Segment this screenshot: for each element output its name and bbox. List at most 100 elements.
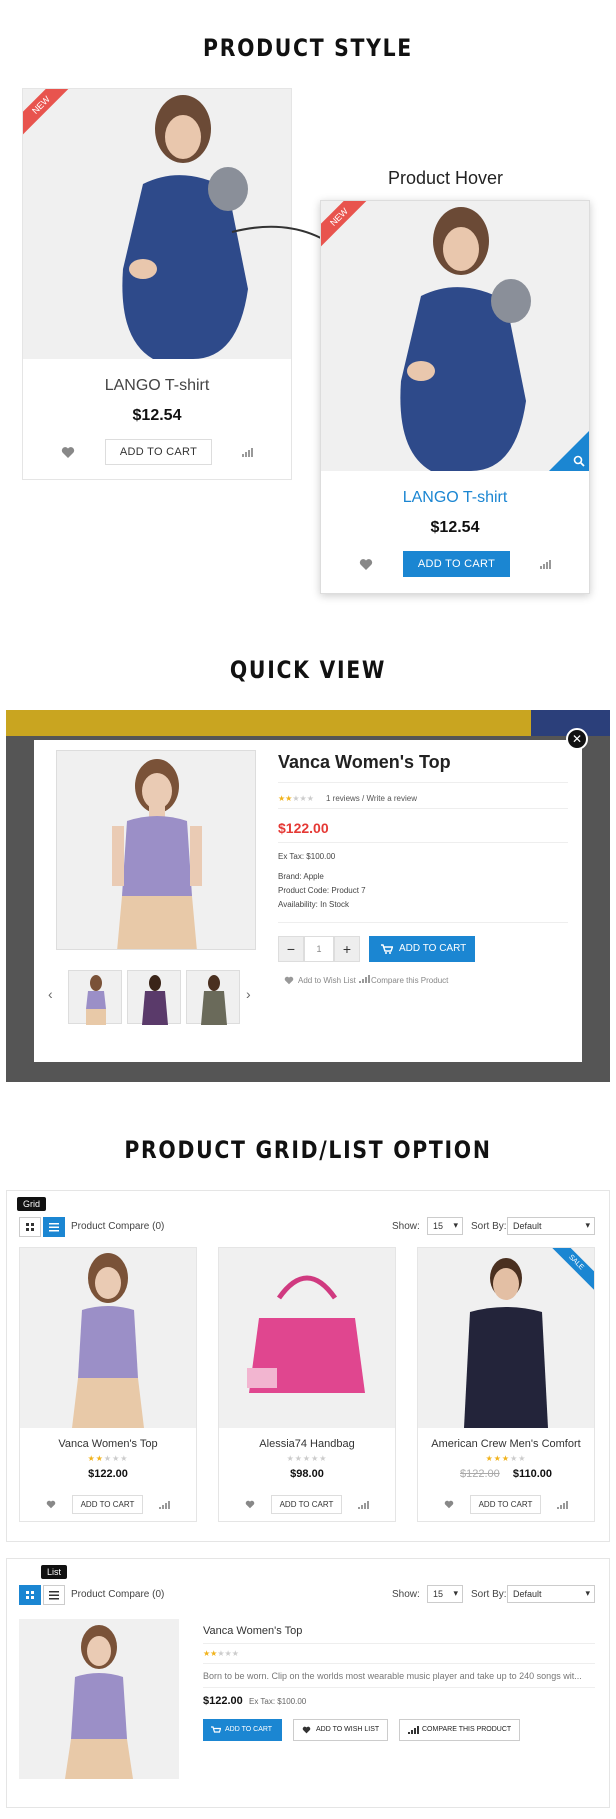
product-description: Born to be worn. Clip on the worlds most… — [203, 1671, 582, 1681]
sort-select[interactable]: Default — [507, 1217, 595, 1235]
show-select[interactable]: 15 — [427, 1217, 463, 1235]
background-header — [6, 710, 610, 736]
compare-label: COMPARE THIS PRODUCT — [422, 1726, 512, 1733]
grid-panel: Grid Product Compare (0) Show: 15 Sort B… — [6, 1190, 610, 1542]
list-icon — [49, 1223, 59, 1232]
rating-stars: ★★★★★ — [87, 1454, 129, 1463]
search-icon[interactable] — [573, 455, 585, 467]
compare-icon[interactable] — [358, 1500, 370, 1509]
wishlist-label: ADD TO WISH LIST — [316, 1726, 380, 1733]
product-price: $110.00 — [512, 1468, 552, 1480]
thumbnail[interactable] — [127, 970, 181, 1025]
wishlist-heart-icon[interactable] — [284, 976, 294, 985]
compare-icon[interactable] — [540, 559, 552, 569]
product-image[interactable]: NEW — [321, 201, 589, 471]
add-to-cart-label: ADD TO CART — [225, 1726, 273, 1733]
list-add-to-cart-button[interactable]: ADD TO CART — [203, 1719, 283, 1741]
product-code: Product Code: Product 7 — [278, 886, 366, 895]
product-price: $12.54 — [132, 407, 182, 424]
quickview-modal: ‹ › Vanca Women's Top ★★★★★ 1 reviews / … — [34, 740, 582, 1062]
wishlist-heart-icon[interactable] — [444, 1500, 454, 1509]
quickview-add-to-cart-button[interactable]: ADD TO CART — [369, 936, 475, 962]
thumb-next-icon[interactable]: › — [246, 986, 251, 1002]
qty-decrease-button[interactable]: − — [278, 936, 304, 962]
product-name[interactable]: American Crew Men's Comfort — [418, 1438, 594, 1450]
sort-label: Sort By: — [471, 1221, 507, 1232]
compare-icon[interactable] — [557, 1500, 569, 1509]
add-to-wishlist-link[interactable]: Add to Wish List — [298, 976, 356, 985]
product-image[interactable] — [219, 1248, 395, 1428]
show-label: Show: — [392, 1589, 420, 1600]
add-to-cart-button[interactable]: ADD TO CART — [270, 1495, 343, 1514]
product-compare-link[interactable]: Product Compare (0) — [71, 1589, 164, 1600]
product-name[interactable]: Vanca Women's Top — [203, 1625, 302, 1637]
add-to-cart-button[interactable]: ADD TO CART — [71, 1495, 144, 1514]
grid-view-button[interactable] — [19, 1585, 41, 1605]
wishlist-heart-icon[interactable] — [245, 1500, 255, 1509]
compare-icon[interactable] — [159, 1500, 171, 1509]
availability: Availability: In Stock — [278, 900, 349, 909]
grid-product-card[interactable]: SALE American Crew Men's Comfort ★★★★★ $… — [417, 1247, 595, 1522]
section-title-product-style: PRODUCT STYLE — [203, 34, 413, 62]
product-name[interactable]: LANGO T-shirt — [23, 377, 291, 395]
product-image[interactable] — [19, 1619, 179, 1779]
sort-select[interactable]: Default — [507, 1585, 595, 1603]
ex-tax: Ex Tax: $100.00 — [278, 852, 336, 861]
add-to-cart-label: ADD TO CART — [399, 943, 467, 954]
cart-icon — [211, 1726, 221, 1733]
rating-stars: ★★★★★ — [485, 1454, 527, 1463]
grid-product-card[interactable]: Alessia74 Handbag ★★★★★ $98.00 ADD TO CA… — [218, 1247, 396, 1522]
qty-increase-button[interactable]: + — [334, 936, 360, 962]
quickview-overlay: ‹ › Vanca Women's Top ★★★★★ 1 reviews / … — [6, 710, 610, 1082]
add-to-cart-button[interactable]: ADD TO CART — [469, 1495, 542, 1514]
list-add-to-wishlist-button[interactable]: ADD TO WISH LIST — [293, 1719, 389, 1741]
product-compare-link[interactable]: Product Compare (0) — [71, 1221, 164, 1232]
list-view-button[interactable] — [43, 1585, 65, 1605]
compare-icon[interactable] — [242, 447, 254, 457]
product-image[interactable] — [20, 1248, 196, 1428]
rating-stars: ★★★★★ — [278, 794, 314, 803]
grid-icon — [26, 1591, 34, 1599]
thumbnail[interactable] — [186, 970, 240, 1025]
wishlist-heart-icon[interactable] — [359, 558, 373, 571]
show-select[interactable]: 15 — [427, 1585, 463, 1603]
product-price-group: $122.00 $110.00 — [418, 1468, 594, 1480]
product-name[interactable]: Alessia74 Handbag — [219, 1438, 395, 1450]
rating-stars: ★★★★★ — [203, 1649, 239, 1658]
add-to-cart-button[interactable]: ADD TO CART — [402, 551, 511, 577]
wishlist-heart-icon[interactable] — [46, 1500, 56, 1509]
quickview-price: $122.00 — [278, 820, 329, 836]
grid-view-button[interactable] — [19, 1217, 41, 1237]
product-price: $98.00 — [290, 1468, 324, 1480]
thumb-prev-icon[interactable]: ‹ — [48, 986, 53, 1002]
close-icon[interactable]: ✕ — [566, 728, 588, 750]
product-price: $122.00 — [203, 1695, 243, 1707]
list-icon — [49, 1591, 59, 1600]
brand: Brand: Apple — [278, 872, 324, 881]
sort-label: Sort By: — [471, 1589, 507, 1600]
compare-icon — [359, 975, 370, 983]
product-name[interactable]: LANGO T-shirt — [321, 489, 589, 507]
product-hover-caption: Product Hover — [388, 168, 504, 188]
reviews-link[interactable]: 1 reviews / Write a review — [326, 794, 417, 803]
ex-tax: Ex Tax: $100.00 — [249, 1697, 307, 1706]
rating-stars: ★★★★★ — [286, 1454, 328, 1463]
thumbnail[interactable] — [68, 970, 122, 1025]
compare-link[interactable]: Compare this Product — [371, 976, 448, 985]
product-price: $12.54 — [430, 519, 480, 536]
add-to-cart-button[interactable]: ADD TO CART — [104, 439, 213, 465]
compare-icon — [408, 1726, 419, 1734]
grid-icon — [26, 1223, 34, 1231]
product-image[interactable]: SALE — [418, 1248, 594, 1428]
list-compare-button[interactable]: COMPARE THIS PRODUCT — [399, 1719, 521, 1741]
product-card-hover[interactable]: NEW LANGO T-shirt $12.54 ADD TO CART — [320, 200, 590, 594]
product-name[interactable]: Vanca Women's Top — [20, 1438, 196, 1450]
list-view-button[interactable] — [43, 1217, 65, 1237]
quickview-main-image[interactable] — [56, 750, 256, 950]
grid-product-card[interactable]: Vanca Women's Top ★★★★★ $122.00 ADD TO C… — [19, 1247, 197, 1522]
wishlist-heart-icon[interactable] — [61, 446, 75, 459]
qty-input[interactable]: 1 — [304, 936, 334, 962]
product-price: $122.00 — [88, 1468, 128, 1480]
section-title-grid-list: PRODUCT GRID/LIST OPTION — [124, 1136, 492, 1164]
wishlist-heart-icon — [302, 1726, 311, 1734]
